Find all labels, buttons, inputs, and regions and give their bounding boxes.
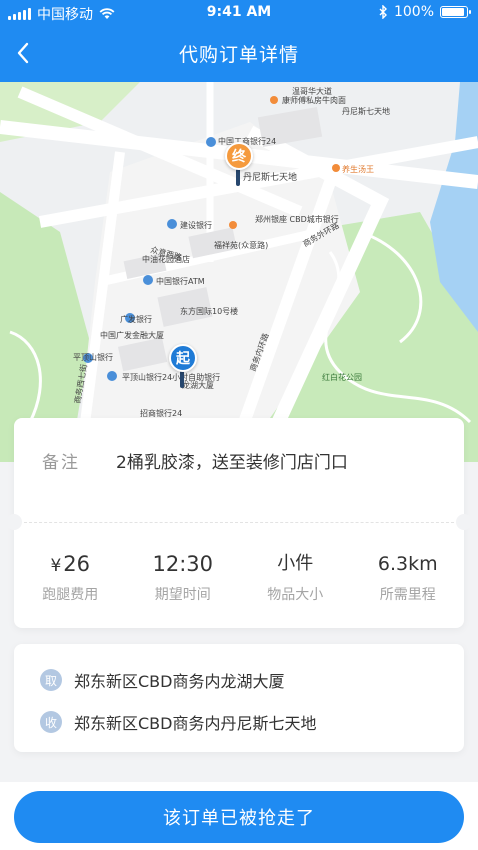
stat-value: 12:30 [152, 552, 214, 576]
remark-label: 备注 [42, 453, 80, 473]
page-title: 代购订单详情 [178, 44, 299, 66]
card-notch-right [456, 514, 472, 530]
order-taken-button[interactable]: 该订单已被抢走了 [14, 791, 464, 843]
stat-value: ¥26 [14, 550, 127, 578]
deliver-address: 郑东新区CBD商务内丹尼斯七天地 [74, 714, 317, 733]
route-map[interactable]: 康师傅私房牛肉面 丹尼斯七天地 中国工商银行24 建设银行 郑州银座 CBD城市… [0, 82, 478, 462]
start-marker[interactable]: 起 [169, 344, 197, 372]
map-label: 温哥华大道 [292, 86, 332, 96]
status-bar: 中国移动 9:41 AM 100% [0, 0, 478, 26]
order-stats: ¥26 跑腿费用 12:30 期望时间 小件 物品大小 6.3km 所需里程 [14, 550, 464, 604]
status-right: 100% [379, 4, 471, 20]
deliver-address-row: 收 郑东新区CBD商务内丹尼斯七天地 [40, 710, 316, 734]
map-label: 建设银行 [180, 220, 212, 230]
battery-icon [440, 6, 471, 18]
stat-time: 12:30 期望时间 [127, 550, 240, 604]
currency-symbol: ¥ [50, 556, 62, 576]
map-canvas: 康师傅私房牛肉面 丹尼斯七天地 中国工商银行24 建设银行 郑州银座 CBD城市… [0, 82, 478, 462]
deliver-badge: 收 [40, 711, 62, 733]
map-label: 养生汤王 [342, 164, 374, 174]
header-bar: 中国移动 9:41 AM 100% 代购订单详情 [0, 0, 478, 82]
map-label: 康师傅私房牛肉面 [282, 95, 346, 105]
pickup-address-row: 取 郑东新区CBD商务内龙湖大厦 [40, 668, 284, 692]
pickup-address: 郑东新区CBD商务内龙湖大厦 [74, 672, 285, 691]
fee-value: 26 [63, 552, 91, 576]
map-label: 平顶山银行 [73, 352, 113, 362]
end-marker-stem [236, 168, 240, 186]
remark-row: 备注 2桶乳胶漆，送至装修门店门口 [42, 448, 348, 473]
end-marker[interactable]: 终 [225, 142, 253, 170]
stat-value: 6.3km [377, 553, 438, 575]
address-card: 取 郑东新区CBD商务内龙湖大厦 收 郑东新区CBD商务内丹尼斯七天地 [14, 644, 464, 752]
map-label: 郑州银座 CBD城市银行 [255, 214, 339, 224]
stat-size: 小件 物品大小 [239, 550, 352, 604]
map-label: 红白花公园 [322, 372, 362, 382]
stat-value: 小件 [277, 553, 314, 574]
map-label: 丹尼斯七天地 [243, 171, 297, 183]
dashed-divider [24, 522, 454, 523]
battery-percent: 100% [393, 4, 434, 20]
nav-bar: 代购订单详情 [0, 26, 478, 82]
order-detail-card: 备注 2桶乳胶漆，送至装修门店门口 ¥26 跑腿费用 12:30 期望时间 小件… [6, 418, 472, 628]
map-label: 广发银行 [120, 314, 152, 324]
stat-caption: 所需里程 [379, 587, 436, 603]
stat-caption: 跑腿费用 [42, 587, 99, 603]
map-label: 东方国际10号楼 [180, 306, 238, 316]
stat-caption: 物品大小 [267, 587, 324, 603]
pickup-badge: 取 [40, 669, 62, 691]
map-label: 中国银行ATM [156, 276, 205, 286]
map-label: 龙湖大厦 [182, 380, 214, 390]
map-label: 招商银行24 [140, 408, 182, 418]
map-label: 福祥苑(众意路) [214, 240, 268, 250]
bluetooth-icon [379, 5, 387, 19]
stat-caption: 期望时间 [154, 587, 211, 603]
map-label: 丹尼斯七天地 [342, 106, 390, 116]
start-marker-stem [180, 370, 184, 388]
remark-value: 2桶乳胶漆，送至装修门店门口 [116, 453, 348, 473]
stat-fee: ¥26 跑腿费用 [14, 550, 127, 604]
stat-distance: 6.3km 所需里程 [352, 550, 465, 604]
map-label: 中国广发金融大厦 [100, 330, 164, 340]
card-notch-left [6, 514, 22, 530]
map-label: 中油花园酒店 [142, 254, 190, 264]
